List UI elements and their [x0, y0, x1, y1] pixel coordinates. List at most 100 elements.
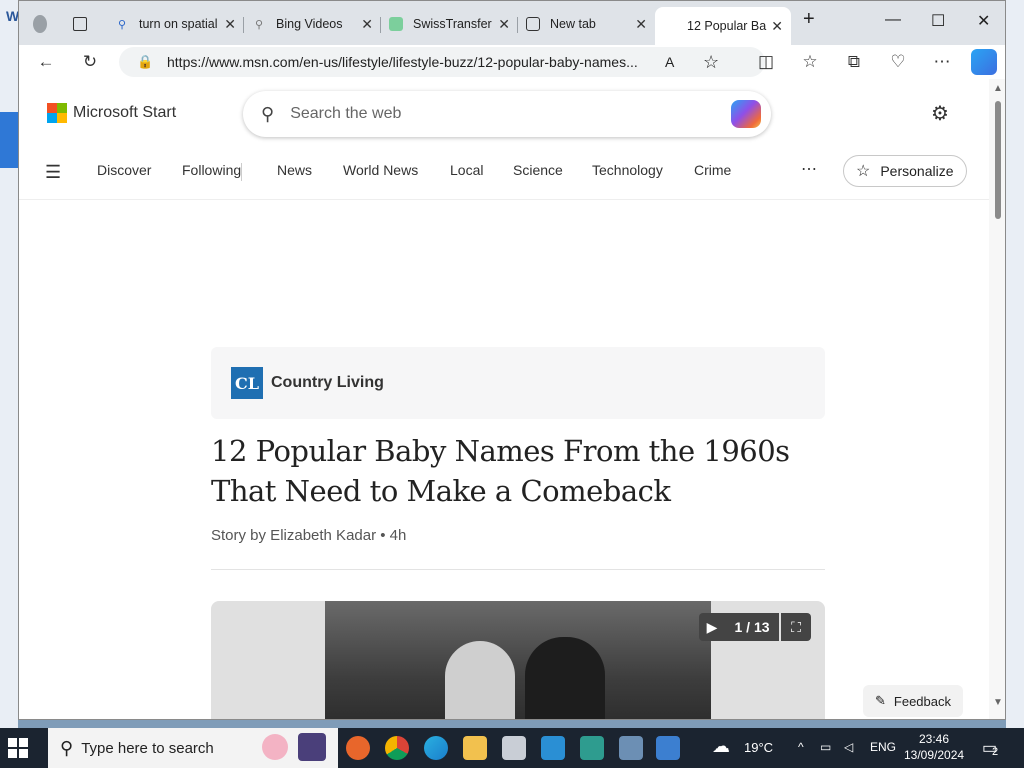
taskbar-search[interactable]: ⚲ Type here to search [48, 728, 338, 768]
network-icon[interactable]: ▭ [820, 740, 831, 754]
start-button[interactable] [8, 738, 28, 758]
browser-toolbar: ← ↻ 🔒 https://www.msn.com/en-us/lifestyl… [19, 45, 1005, 79]
tab-label: New tab [550, 17, 596, 31]
feedback-button[interactable]: ✎ Feedback [863, 685, 963, 717]
refresh-icon[interactable]: ↻ [77, 49, 103, 75]
network-tool-icon[interactable] [619, 736, 643, 760]
address-bar[interactable]: 🔒 https://www.msn.com/en-us/lifestyle/li… [119, 47, 765, 77]
profile-icon [33, 15, 47, 33]
search-highlight-icon [262, 734, 288, 760]
search-icon: ⚲ [117, 18, 127, 31]
tab-12-popular-baby-names[interactable]: 12 Popular Ba ✕ [655, 7, 791, 45]
browser-essentials-icon[interactable]: ♡ [885, 49, 911, 75]
search-icon: ⚲ [261, 103, 275, 124]
tab-turn-on-spatial[interactable]: ⚲ turn on spatial ✕ [107, 9, 244, 39]
profile-button[interactable] [25, 9, 61, 39]
feedback-label: Feedback [893, 693, 951, 709]
weather-icon[interactable]: ☁ [712, 736, 730, 757]
lock-icon: 🔒 [137, 54, 154, 69]
country-living-logo: CL [231, 367, 263, 399]
copilot-icon[interactable] [971, 49, 997, 75]
background-app-left: W [0, 0, 19, 730]
copilot-icon[interactable] [731, 100, 761, 128]
source-card[interactable]: CL Country Living [211, 347, 825, 419]
split-screen-icon[interactable]: ◫ [753, 49, 779, 75]
background-app-panel [0, 112, 18, 168]
remote-desktop-icon[interactable] [541, 736, 565, 760]
msn-icon [663, 19, 677, 33]
back-arrow-icon[interactable]: ← [33, 49, 59, 75]
category-nav: ☰ Discover Following News World News Loc… [41, 159, 981, 185]
close-icon[interactable]: ✕ [771, 18, 783, 35]
gear-icon[interactable]: ⚙ [931, 101, 949, 126]
fullscreen-icon[interactable]: ⛶ [781, 613, 811, 641]
file-explorer-icon[interactable] [463, 736, 487, 760]
personalize-button[interactable]: ☆ Personalize [843, 155, 967, 187]
tab-new-tab[interactable]: New tab ✕ [518, 9, 655, 39]
personalize-label: Personalize [880, 163, 954, 179]
favorite-star-icon[interactable]: ☆ [703, 52, 719, 73]
maximize-button[interactable]: ☐ [931, 11, 945, 31]
tab-bing-videos[interactable]: ⚲ Bing Videos ✕ [244, 9, 381, 39]
search-bar[interactable]: ⚲ Search the web [243, 91, 771, 137]
edge-icon[interactable] [424, 736, 448, 760]
chevron-up-icon[interactable]: ^ [798, 740, 804, 754]
nav-item-discover[interactable]: Discover [97, 162, 151, 178]
slideshow-image[interactable]: ▶ 1 / 13 ⛶ [211, 601, 825, 719]
chrome-icon[interactable] [385, 736, 409, 760]
microsoft-start-logo[interactable]: Microsoft Start [47, 103, 176, 123]
microsoft-logo-icon [47, 103, 67, 123]
tab-actions-button[interactable] [65, 9, 101, 39]
nav-divider-line [19, 199, 989, 200]
language-indicator[interactable]: ENG [870, 740, 896, 754]
calculator-icon[interactable] [656, 736, 680, 760]
close-icon[interactable]: ✕ [498, 16, 510, 33]
read-aloud-icon[interactable]: A [665, 54, 674, 70]
tab-bar: ⚲ turn on spatial ✕ ⚲ Bing Videos ✕ Swis… [19, 1, 1005, 45]
close-icon[interactable]: ✕ [361, 16, 373, 33]
volume-icon[interactable]: ◁ [844, 740, 853, 754]
more-icon[interactable]: ⋯ [801, 159, 817, 179]
collections-icon[interactable]: ⧉ [841, 49, 867, 75]
clock-time: 23:46 [918, 732, 950, 746]
scroll-down-icon[interactable]: ▼ [993, 697, 1003, 708]
app-icon[interactable] [502, 736, 526, 760]
tab-label: turn on spatial [139, 17, 218, 31]
msn-page: Microsoft Start ⚲ Search the web ⚙ ☰ Dis… [19, 79, 989, 719]
nav-item-local[interactable]: Local [450, 162, 483, 178]
tab-swisstransfer[interactable]: SwissTransfer ✕ [381, 9, 518, 39]
search-highlight-hat-icon [298, 733, 326, 761]
nav-item-world-news[interactable]: World News [343, 162, 418, 178]
hamburger-menu-icon[interactable]: ☰ [45, 162, 65, 183]
article-byline: Story by Elizabeth Kadar • 4h [211, 527, 407, 544]
article-headline: 12 Popular Baby Names From the 1960s Tha… [211, 434, 790, 508]
tab-actions-icon [73, 17, 87, 31]
scrollbar-thumb[interactable] [995, 101, 1001, 219]
close-icon[interactable]: ✕ [635, 16, 647, 33]
close-window-button[interactable]: ✕ [977, 11, 990, 31]
play-icon[interactable]: ▶ [699, 613, 725, 641]
firefox-icon[interactable] [346, 736, 370, 760]
new-tab-button[interactable]: + [803, 8, 815, 31]
visio-icon[interactable] [580, 736, 604, 760]
article-divider [211, 569, 825, 570]
nav-item-science[interactable]: Science [513, 162, 563, 178]
source-name: Country Living [271, 374, 384, 391]
taskbar-search-placeholder: Type here to search [81, 739, 214, 757]
more-options-icon[interactable]: ⋯ [929, 49, 955, 75]
nav-item-crime[interactable]: Crime [694, 162, 731, 178]
page-scrollbar[interactable]: ▲ ▼ [989, 79, 1005, 719]
weather-temperature[interactable]: 19°C [744, 740, 773, 755]
photo-background [325, 601, 711, 719]
close-icon[interactable]: ✕ [224, 16, 236, 33]
background-app-right [1006, 0, 1024, 730]
nav-item-technology[interactable]: Technology [592, 162, 663, 178]
minimize-button[interactable]: — [885, 11, 901, 29]
nav-item-following[interactable]: Following [182, 162, 241, 178]
newtab-icon [526, 17, 540, 31]
clock[interactable]: 23:46 13/09/2024 [904, 731, 964, 763]
nav-item-news[interactable]: News [277, 162, 312, 178]
favorites-icon[interactable]: ☆ [797, 49, 823, 75]
tab-label: SwissTransfer [413, 17, 492, 31]
scroll-up-icon[interactable]: ▲ [993, 83, 1003, 94]
